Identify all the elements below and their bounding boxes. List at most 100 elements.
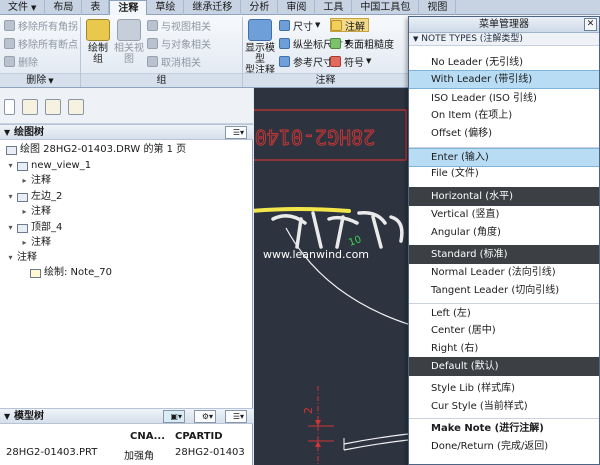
menu-item-right[interactable]: Right (右) — [409, 339, 599, 358]
menu-item-cur-style[interactable]: Cur Style (当前样式) — [409, 397, 599, 416]
column-header-cpartid[interactable]: CPARTID — [175, 431, 223, 442]
tab-tools[interactable]: 工具 — [315, 0, 353, 15]
surface-finish-button[interactable]: 表面粗糙度 — [330, 36, 394, 51]
ordinate-dimension-icon — [279, 37, 290, 49]
note-types-header[interactable]: ▼ NOTE TYPES (注解类型) — [409, 33, 599, 46]
symbol-button[interactable]: 符号 ▼ — [330, 54, 372, 69]
draw-group-button[interactable]: 绘制 组 — [83, 19, 113, 65]
group-label-delete[interactable]: 删除 ▼ — [0, 73, 80, 87]
show-model-annotations-button[interactable]: 显示模型 型注释 — [244, 19, 276, 76]
note-button[interactable]: 注解 — [330, 18, 369, 33]
drawing-tree-header[interactable]: ▼ 绘图树 ☰▾ — [0, 124, 253, 140]
chevron-down-icon: ▼ — [315, 21, 321, 29]
layer-tree-icon[interactable] — [68, 99, 84, 115]
tree-item-left-view[interactable]: ▾ 左边_2 — [6, 190, 62, 204]
tab-table[interactable]: 表 — [82, 0, 110, 15]
collapse-arrow-icon[interactable]: ▾ — [6, 251, 15, 265]
collapse-arrow-icon[interactable]: ▾ — [6, 159, 15, 173]
table-cell-part[interactable]: 28HG2-01403.PRT — [6, 447, 97, 458]
arrowhead — [315, 441, 321, 447]
delete-icon — [4, 55, 15, 67]
note-icon — [30, 268, 41, 278]
menu-item-horizontal[interactable]: Horizontal (水平) — [409, 187, 599, 206]
tab-sketch[interactable]: 草绘 — [147, 0, 185, 15]
corner-icon — [4, 19, 15, 31]
tree-item-annotation[interactable]: ▸ 注释 — [20, 205, 51, 219]
tree-item-annotation[interactable]: ▸ 注释 — [20, 174, 51, 188]
tab-annotate[interactable]: 注释 — [109, 0, 148, 16]
tab-view[interactable]: 视图 — [419, 0, 457, 15]
menu-item-style-lib[interactable]: Style Lib (样式库) — [409, 379, 599, 398]
unlink-icon — [147, 55, 158, 67]
dimension-icon — [279, 19, 290, 31]
menu-item-make-note[interactable]: Make Note (进行注解) — [409, 419, 599, 438]
menu-manager-title: 菜单管理器 ✕ — [409, 17, 599, 33]
tree-item-sheet[interactable]: 绘图 28HG2-01403.DRW 的第 1 页 — [6, 143, 186, 157]
menu-item-normal-leader[interactable]: Normal Leader (法向引线) — [409, 263, 599, 282]
cancel-relation-button[interactable]: 取消相关 — [147, 54, 201, 69]
show-annotations-icon — [248, 19, 272, 41]
menu-item-offset[interactable]: Offset (偏移) — [409, 124, 599, 143]
part-edge — [343, 439, 409, 451]
watermark-url: www.leanwind.com — [263, 248, 370, 261]
tab-legacy-migration[interactable]: 继承迁移 — [184, 0, 242, 15]
expand-arrow-icon[interactable]: ▸ — [20, 236, 29, 250]
menu-item-done-return[interactable]: Done/Return (完成/返回) — [409, 437, 599, 456]
chevron-down-icon: ▼ — [366, 57, 372, 65]
ribbon-tabbar: 文件 ▼ 布局 表 注释 草绘 继承迁移 分析 审阅 工具 中国工具包 视图 — [0, 0, 600, 16]
chevron-down-icon: ▼ — [48, 77, 54, 85]
menu-item-center[interactable]: Center (居中) — [409, 321, 599, 340]
tab-layout[interactable]: 布局 — [45, 0, 83, 15]
tree-item-annotation[interactable]: ▸ 注释 — [20, 236, 51, 250]
relate-view-icon — [117, 19, 141, 41]
view-icon — [17, 192, 28, 202]
menu-item-file[interactable]: File (文件) — [409, 164, 599, 183]
relate-to-object-button[interactable]: 与对象相关 — [147, 36, 211, 51]
expand-arrow-icon[interactable]: ▸ — [20, 205, 29, 219]
folder-browser-icon[interactable] — [22, 99, 38, 115]
group-label-group: 组 — [81, 73, 242, 87]
delete-button[interactable]: 删除 — [4, 54, 38, 69]
tab-review[interactable]: 审阅 — [278, 0, 316, 15]
menu-item-tangent-leader[interactable]: Tangent Leader (切向引线) — [409, 281, 599, 300]
tree-item-new-view[interactable]: ▾ new_view_1 — [6, 159, 91, 173]
tab-china-toolkit[interactable]: 中国工具包 — [352, 0, 420, 15]
model-tree-header[interactable]: ▼ 模型树 ▣▾ ⚙▾ ☰▾ — [0, 408, 253, 424]
collapse-arrow-icon[interactable]: ▾ — [6, 221, 15, 235]
view-icon — [17, 161, 28, 171]
break-icon — [4, 37, 15, 49]
link-object-icon — [147, 37, 158, 49]
model-tree-tab-icon[interactable] — [4, 99, 15, 115]
favorites-icon[interactable] — [45, 99, 61, 115]
tree-item-top-view[interactable]: ▾ 顶部_4 — [6, 221, 62, 235]
tree-options-button[interactable]: ☰▾ — [225, 126, 247, 139]
menu-item-default[interactable]: Default (默认) — [409, 357, 599, 376]
tab-analysis[interactable]: 分析 — [241, 0, 279, 15]
column-header-cname[interactable]: CNA... — [130, 431, 165, 442]
menu-item-angular[interactable]: Angular (角度) — [409, 223, 599, 242]
expand-arrow-icon[interactable]: ▸ — [20, 174, 29, 188]
table-cell-cpartid: 28HG2-01403 — [175, 447, 245, 458]
menu-item-with-leader[interactable]: With Leader (带引线) — [409, 70, 599, 89]
collapse-arrow-icon[interactable]: ▾ — [6, 190, 15, 204]
table-cell-cname: 加强角 — [124, 451, 154, 462]
remove-all-breaks-button[interactable]: 移除所有断点 — [4, 36, 78, 51]
navigator-toolbar — [0, 88, 253, 124]
tree-options-button[interactable]: ☰▾ — [225, 410, 247, 423]
dimension-button[interactable]: 尺寸 ▼ — [279, 18, 321, 33]
tab-file[interactable]: 文件 ▼ — [0, 0, 46, 15]
close-icon[interactable]: ✕ — [584, 18, 597, 31]
relate-view-button[interactable]: 相关视 图 — [113, 19, 145, 65]
reference-dimension-icon — [279, 55, 290, 67]
collapse-arrow-icon: ▼ — [413, 35, 419, 43]
tree-item-note[interactable]: 绘制: Note_70 — [30, 266, 112, 280]
tree-item-annotations[interactable]: ▾ 注释 — [6, 251, 37, 265]
collapse-arrow-icon: ▼ — [4, 412, 11, 421]
remove-all-corners-button[interactable]: 移除所有角拐 — [4, 18, 78, 33]
settings-button[interactable]: ⚙▾ — [194, 410, 216, 423]
menu-item-on-item[interactable]: On Item (在项上) — [409, 106, 599, 125]
display-button[interactable]: ▣▾ — [163, 410, 185, 423]
menu-item-standard[interactable]: Standard (标准) — [409, 245, 599, 264]
relate-to-view-button[interactable]: 与视图相关 — [147, 18, 211, 33]
menu-item-vertical[interactable]: Vertical (竖直) — [409, 205, 599, 224]
